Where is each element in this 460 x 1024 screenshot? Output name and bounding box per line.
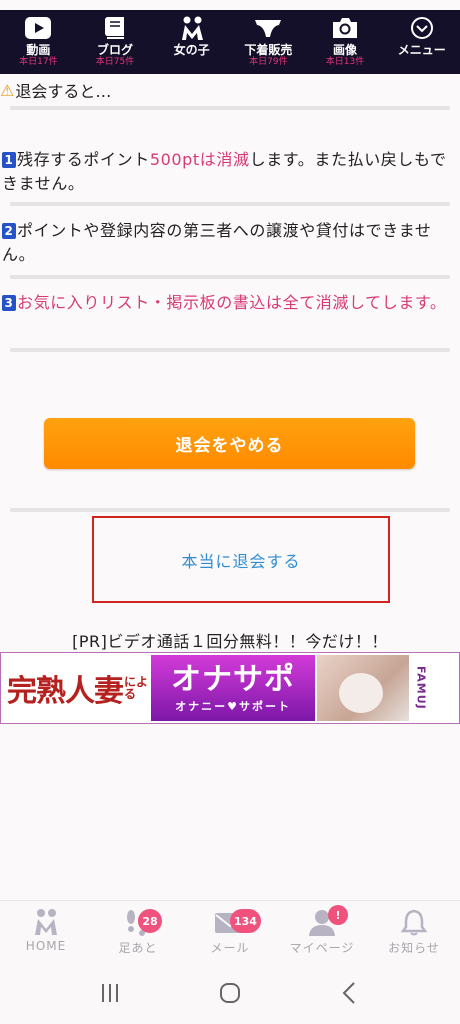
cancel-withdrawal-button[interactable]: 退会をやめる bbox=[44, 418, 415, 469]
banner-headline: 完熟人妻 bbox=[7, 674, 124, 709]
nav-label: ブログ bbox=[97, 43, 134, 57]
heading-text: 退会すると… bbox=[15, 82, 112, 101]
nav-count: 本日75件 bbox=[95, 57, 135, 67]
banner-logo-text: FAMUJ bbox=[414, 666, 428, 710]
tab-mail[interactable]: 134 メール bbox=[184, 901, 276, 962]
camera-icon bbox=[333, 18, 358, 38]
nav-item-blog[interactable]: ブログ 本日75件 bbox=[77, 10, 154, 74]
banner-subtitle: オナニー♥サポート bbox=[175, 700, 291, 713]
recent-apps-button[interactable] bbox=[90, 973, 130, 1013]
home-logo-icon bbox=[35, 909, 57, 935]
tab-notifications[interactable]: お知らせ bbox=[368, 901, 460, 962]
nav-item-menu[interactable]: メニュー bbox=[383, 10, 460, 74]
banner-by: によ る bbox=[124, 676, 148, 700]
tab-label: HOME bbox=[25, 939, 67, 953]
tab-label: 足あと bbox=[118, 941, 158, 955]
withdrawal-heading: ⚠ 退会すると… bbox=[0, 78, 111, 102]
notice-item-1: 1 残存するポイント500ptは消滅します。また払い戻しもできません。 bbox=[2, 148, 454, 196]
divider bbox=[10, 348, 450, 352]
chevron-down-circle-icon bbox=[410, 17, 433, 39]
notice-item-2: 2 ポイントや登録内容の第三者への譲渡や貸付はできません。 bbox=[2, 219, 454, 267]
nav-count: 本日13件 bbox=[325, 57, 365, 67]
divider bbox=[10, 106, 450, 110]
nav-label: 女の子 bbox=[173, 43, 210, 57]
nav-count: 本日17件 bbox=[19, 57, 58, 67]
home-button[interactable] bbox=[210, 973, 250, 1013]
system-navigation-bar bbox=[0, 962, 460, 1024]
tab-home[interactable]: HOME bbox=[0, 901, 92, 962]
underwear-icon bbox=[255, 20, 282, 37]
confirm-withdrawal-link[interactable]: 本当に退会する bbox=[181, 548, 300, 572]
back-chevron-icon bbox=[342, 982, 355, 1004]
footprints-count-badge: 28 bbox=[138, 909, 162, 933]
nav-item-underwear-sales[interactable]: 下着販売 本日79件 bbox=[230, 10, 307, 74]
nav-item-images[interactable]: 画像 本日13件 bbox=[307, 10, 384, 74]
points-highlight: 500ptは消滅 bbox=[149, 150, 250, 169]
nav-item-girls[interactable]: 女の子 bbox=[153, 10, 230, 74]
banner-by-text: る bbox=[124, 687, 137, 701]
bottom-tab-bar: HOME 28 足あと 134 メール ! マイページ お知らせ bbox=[0, 900, 460, 962]
tab-label: メール bbox=[210, 941, 250, 955]
confirm-withdrawal-box: 本当に退会する bbox=[92, 516, 390, 603]
notice-text: お気に入りリスト・掲示板の書込は全て消滅してします。 bbox=[17, 293, 447, 312]
bell-icon bbox=[400, 909, 428, 936]
nav-label: メニュー bbox=[397, 43, 446, 57]
play-icon bbox=[25, 17, 52, 39]
banner-title: オナサポ bbox=[171, 662, 296, 697]
nav-count: 本日79件 bbox=[249, 57, 288, 67]
divider bbox=[10, 508, 450, 512]
nav-label: 画像 bbox=[333, 43, 358, 57]
mail-count-badge: 134 bbox=[230, 909, 261, 933]
warning-icon: ⚠ bbox=[0, 80, 15, 100]
nav-label: 下着販売 bbox=[244, 43, 293, 57]
book-icon bbox=[105, 17, 124, 39]
notice-text: ポイントや登録内容の第三者への譲渡や貸付はできません。 bbox=[2, 221, 432, 264]
girls-logo-icon bbox=[181, 16, 203, 40]
tab-label: マイページ bbox=[289, 941, 355, 955]
number-1-icon: 1 bbox=[2, 152, 16, 168]
notice-item-3: 3 お気に入りリスト・掲示板の書込は全て消滅してします。 bbox=[2, 291, 454, 315]
ad-banner[interactable]: 完熟人妻 によ る オナサポ オナニー♥サポート FAMUJ bbox=[0, 652, 460, 724]
mypage-alert-badge: ! bbox=[328, 905, 348, 925]
divider bbox=[10, 275, 450, 279]
notice-text: 残存するポイント bbox=[17, 150, 150, 169]
tab-footprints[interactable]: 28 足あと bbox=[92, 901, 184, 962]
divider bbox=[10, 202, 450, 206]
tab-mypage[interactable]: ! マイページ bbox=[276, 901, 368, 962]
number-3-icon: 3 bbox=[2, 295, 16, 311]
number-2-icon: 2 bbox=[2, 223, 16, 239]
top-navigation: 動画 本日17件 ブログ 本日75件 女の子 下着販売 本日79件 画像 本日1… bbox=[0, 10, 460, 74]
banner-logo: FAMUJ bbox=[411, 655, 431, 721]
banner-photo bbox=[317, 655, 410, 721]
nav-item-videos[interactable]: 動画 本日17件 bbox=[0, 10, 77, 74]
home-circle-icon bbox=[220, 983, 240, 1003]
recent-apps-icon bbox=[102, 984, 118, 1002]
tab-label: お知らせ bbox=[388, 941, 440, 955]
pr-text[interactable]: [PR]ビデオ通話１回分無料！！今だけ！！ bbox=[0, 628, 460, 652]
back-button[interactable] bbox=[330, 973, 370, 1013]
banner-title-box: オナサポ オナニー♥サポート bbox=[151, 655, 316, 721]
nav-label: 動画 bbox=[26, 43, 51, 57]
status-strip bbox=[0, 0, 460, 10]
